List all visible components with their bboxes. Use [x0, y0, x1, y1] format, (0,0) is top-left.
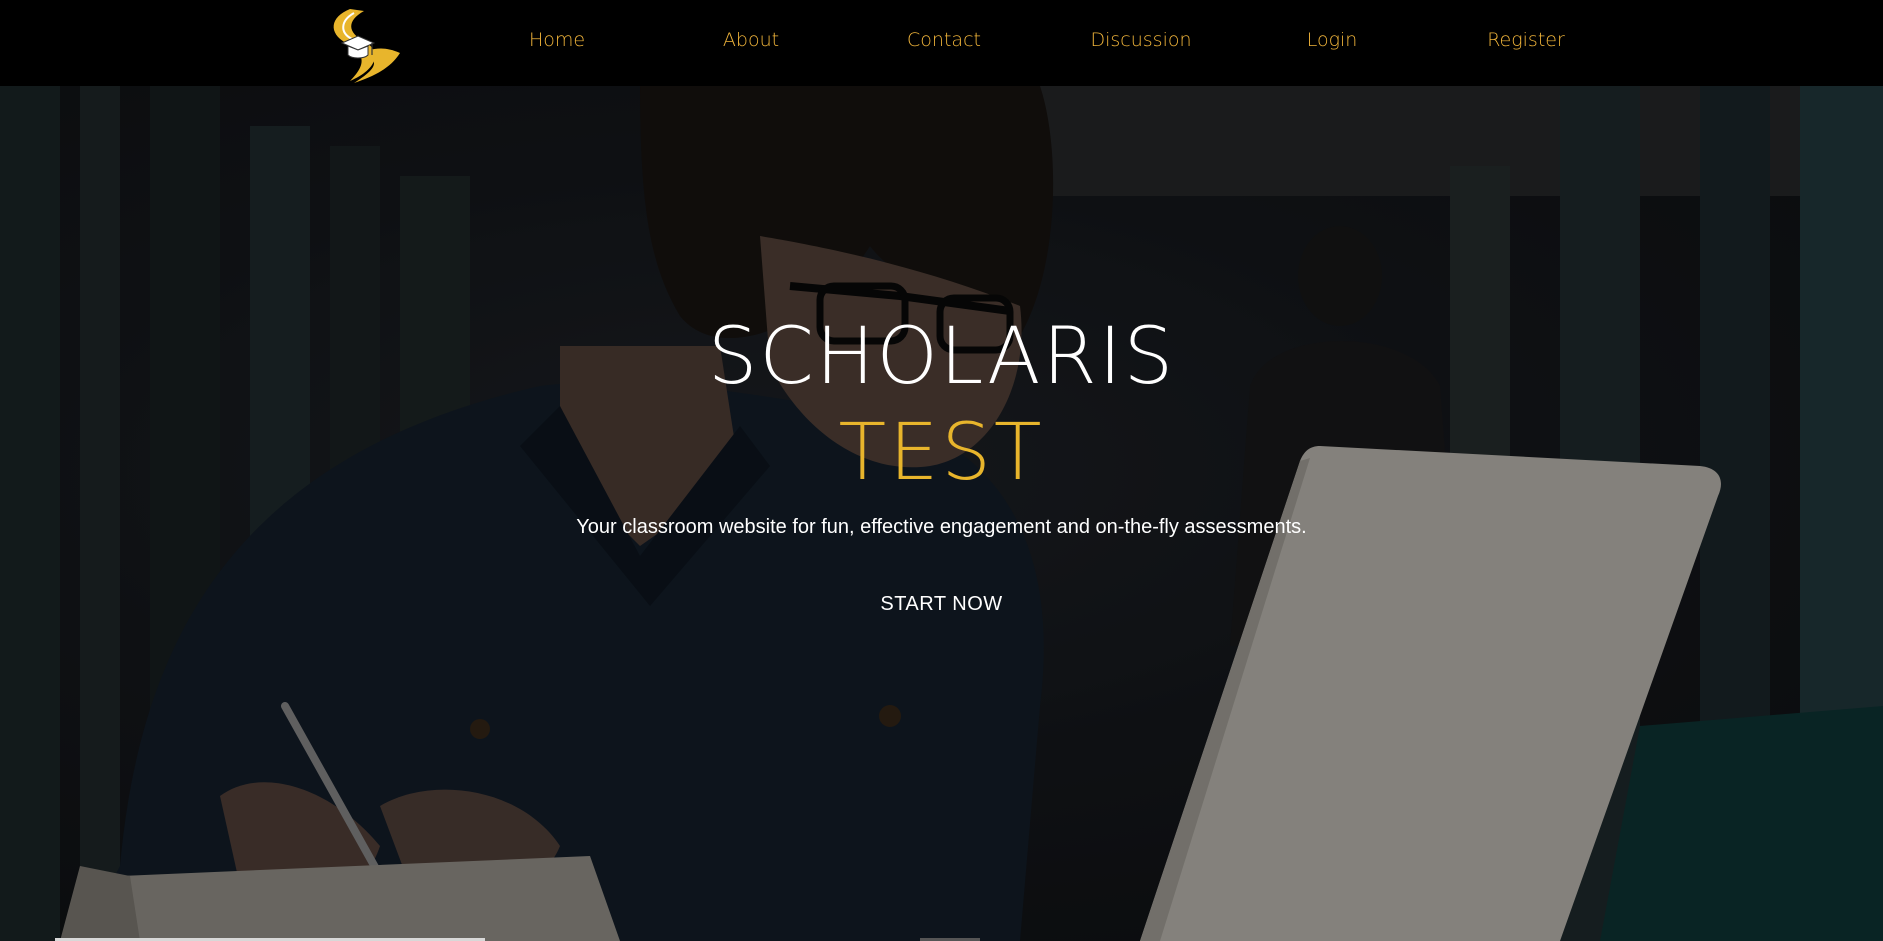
- nav-link-login[interactable]: Login: [1307, 29, 1358, 51]
- nav-link-contact[interactable]: Contact: [907, 29, 981, 51]
- nav-link-about[interactable]: About: [723, 29, 779, 51]
- nav-link-discussion[interactable]: Discussion: [1090, 29, 1191, 51]
- hero-subtitle: TEST: [838, 408, 1045, 498]
- scholaris-logo-icon[interactable]: [320, 3, 402, 87]
- hero-title: SCHOLARIS: [707, 312, 1176, 402]
- hero-tagline: Your classroom website for fun, effectiv…: [576, 516, 1307, 538]
- nav-link-home[interactable]: Home: [529, 29, 585, 51]
- hero-section: SCHOLARIS TEST Your classroom website fo…: [0, 86, 1883, 941]
- nav-link-register[interactable]: Register: [1487, 29, 1565, 51]
- start-now-button[interactable]: START NOW: [870, 589, 1012, 620]
- top-navbar: Home About Contact Discussion Login Regi…: [0, 0, 1883, 86]
- hero-overlay: [0, 86, 1883, 941]
